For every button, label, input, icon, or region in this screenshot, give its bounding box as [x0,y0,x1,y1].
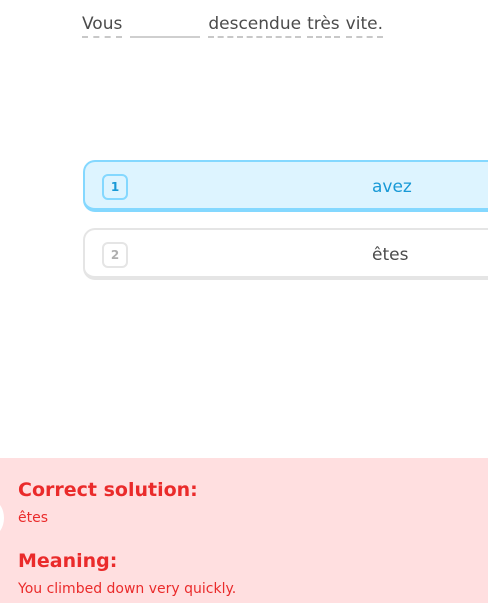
answer-blank [130,14,201,38]
correct-solution-heading: Correct solution: [18,479,198,501]
sentence-word-vous[interactable]: Vous [82,13,123,38]
choice-label: êtes [372,245,409,265]
correct-solution-text: êtes [18,510,49,526]
choice-label: avez [372,177,412,197]
choice-option-1[interactable]: 1 avez [83,160,488,212]
choice-number-badge: 1 [102,174,128,200]
choice-option-2[interactable]: 2 êtes [83,228,488,280]
sentence-word-vite[interactable]: vite. [345,13,383,38]
prompt-sentence: Vous descendue très vite. [82,8,383,38]
feedback-icon-circle [0,500,4,536]
exercise-screen: Vous descendue très vite. 1 avez 2 êtes … [0,0,488,603]
sentence-word-descendue[interactable]: descendue [208,13,302,38]
meaning-heading: Meaning: [18,550,118,572]
meaning-text: You climbed down very quickly. [18,581,237,597]
incorrect-feedback-panel: Correct solution: êtes Meaning: You clim… [0,458,488,603]
choice-number-badge: 2 [102,242,128,268]
sentence-word-tres[interactable]: très [307,13,340,38]
